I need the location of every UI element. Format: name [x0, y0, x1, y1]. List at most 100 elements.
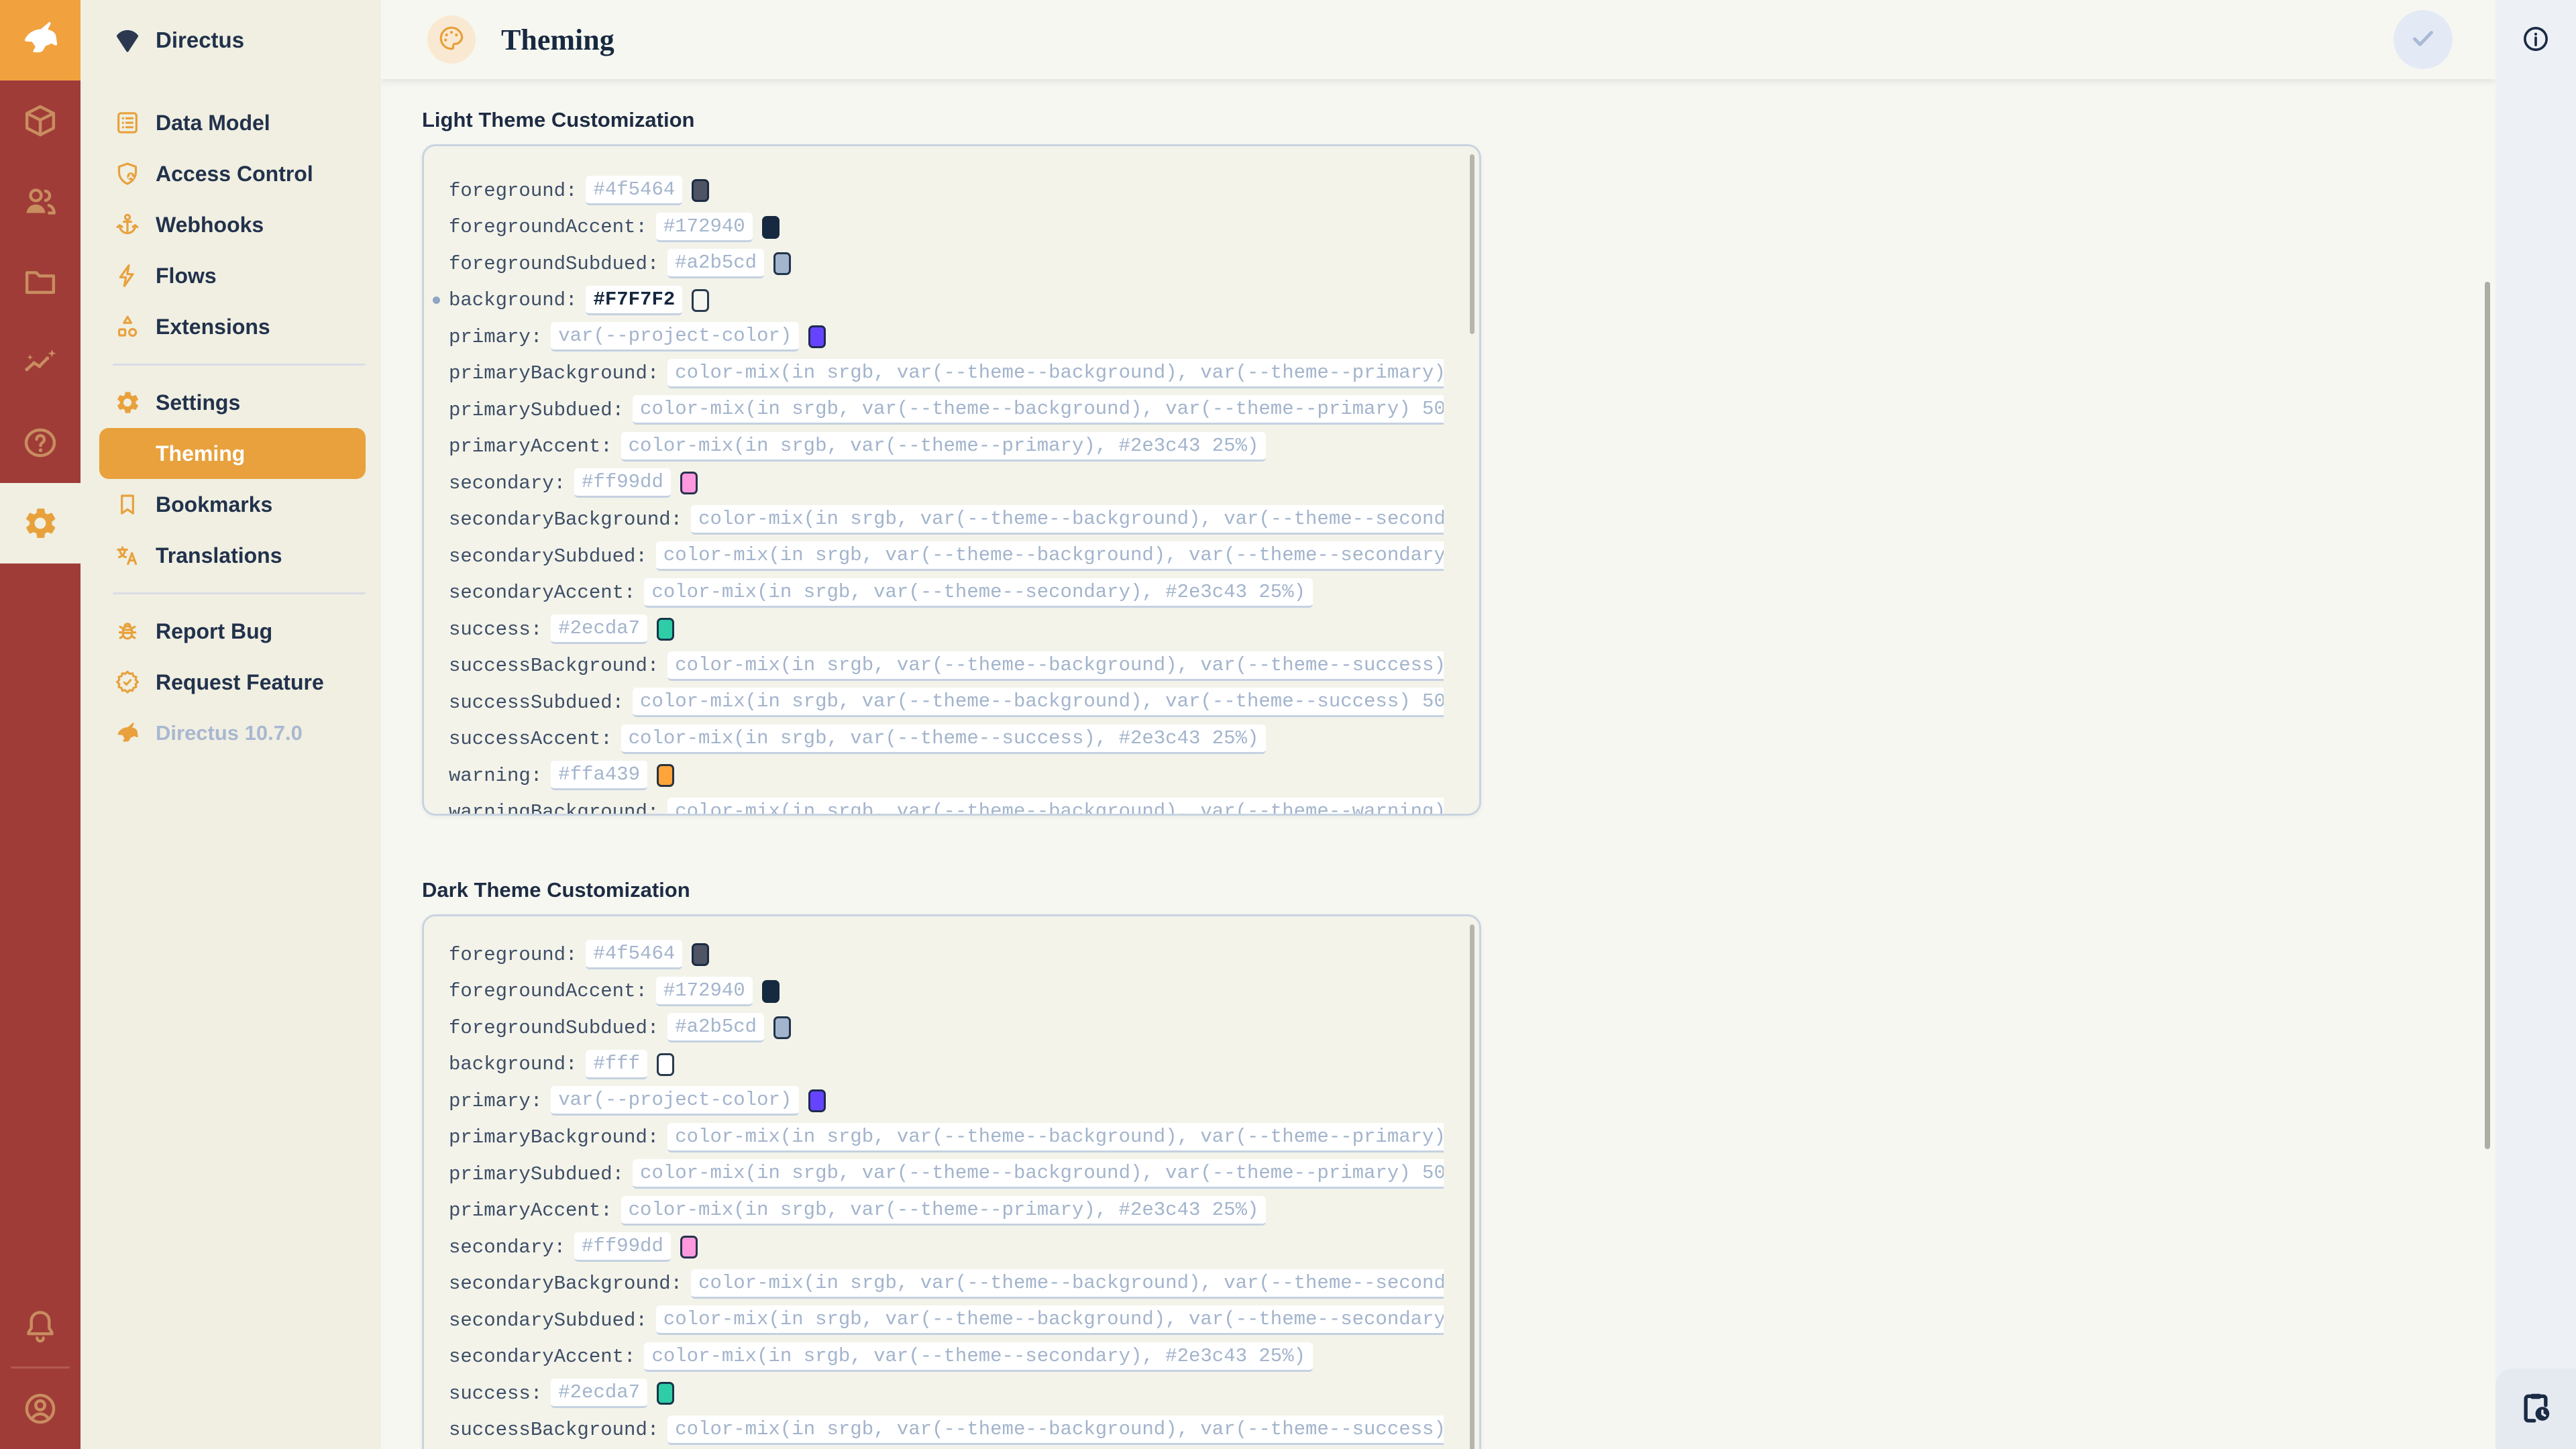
- color-swatch[interactable]: [680, 472, 698, 494]
- property-value-field[interactable]: #4f5464: [586, 940, 682, 969]
- color-swatch[interactable]: [657, 764, 674, 787]
- property-value-field[interactable]: color-mix(in srgb, var(--theme--backgrou…: [691, 1269, 1444, 1299]
- property-value-field[interactable]: color-mix(in srgb, var(--theme--primary)…: [621, 432, 1267, 462]
- sidebar-item-flows[interactable]: Flows: [99, 250, 366, 301]
- info-button[interactable]: [2512, 16, 2560, 64]
- property-name: secondaryAccent:: [449, 1346, 635, 1368]
- property-value-field[interactable]: color-mix(in srgb, var(--theme--backgrou…: [633, 395, 1444, 425]
- module-users[interactable]: [0, 161, 80, 241]
- property-value-field[interactable]: color-mix(in srgb, var(--theme--backgrou…: [667, 1123, 1444, 1152]
- sidebar-item-translations[interactable]: Translations: [99, 530, 366, 581]
- property-name: secondary:: [449, 472, 566, 494]
- users-icon: [21, 182, 59, 220]
- theme-row-background: background: #F7F7F2: [449, 282, 1444, 319]
- property-value-field[interactable]: #F7F7F2: [586, 286, 682, 315]
- sidebar-item-report-bug[interactable]: Report Bug: [99, 606, 366, 657]
- property-value-field[interactable]: #ff99dd: [574, 1232, 671, 1262]
- property-value-field[interactable]: color-mix(in srgb, var(--theme--backgrou…: [691, 505, 1444, 535]
- property-value-field[interactable]: color-mix(in srgb, var(--theme--primary)…: [621, 1196, 1267, 1226]
- sidebar-item-bookmarks[interactable]: Bookmarks: [99, 479, 366, 530]
- module-insights[interactable]: [0, 322, 80, 402]
- color-swatch[interactable]: [808, 1089, 826, 1112]
- property-value-field[interactable]: #2ecda7: [551, 1379, 647, 1408]
- color-swatch[interactable]: [773, 252, 791, 275]
- property-name: foregroundSubdued:: [449, 1017, 659, 1039]
- box-icon: [21, 102, 59, 140]
- property-value-field[interactable]: color-mix(in srgb, var(--theme--backgrou…: [656, 1305, 1444, 1335]
- color-swatch[interactable]: [680, 1236, 698, 1258]
- property-value-field[interactable]: #a2b5cd: [667, 249, 764, 278]
- property-value-field[interactable]: color-mix(in srgb, var(--theme--secondar…: [644, 1342, 1313, 1372]
- property-value-field[interactable]: color-mix(in srgb, var(--theme--secondar…: [644, 578, 1313, 608]
- color-swatch[interactable]: [773, 1016, 791, 1039]
- color-swatch[interactable]: [657, 1382, 674, 1405]
- property-value-field[interactable]: #fff: [586, 1050, 647, 1079]
- module-content[interactable]: [0, 80, 80, 161]
- color-swatch[interactable]: [762, 980, 780, 1003]
- sidebar-item-access-control[interactable]: Access Control: [99, 148, 366, 199]
- module-settings[interactable]: [0, 483, 80, 564]
- color-swatch[interactable]: [657, 618, 674, 641]
- color-swatch[interactable]: [692, 179, 709, 202]
- color-swatch[interactable]: [692, 289, 709, 312]
- property-name: secondarySubdued:: [449, 545, 647, 568]
- property-value-field[interactable]: color-mix(in srgb, var(--theme--backgrou…: [667, 1415, 1444, 1445]
- property-value-field[interactable]: var(--project-color): [551, 1086, 799, 1116]
- value-clip: color-mix(in srgb, var(--theme--secondar…: [644, 578, 1313, 608]
- theme-row-primaryAccent: primaryAccent: color-mix(in srgb, var(--…: [449, 429, 1444, 466]
- value-clip: color-mix(in srgb, var(--theme--secondar…: [644, 1342, 1313, 1372]
- page-scrollbar[interactable]: [2485, 282, 2490, 1149]
- activity-tray-button[interactable]: [2496, 1368, 2576, 1449]
- sidebar-item-settings[interactable]: Settings: [99, 377, 366, 428]
- bolt-icon: [114, 262, 141, 289]
- property-value-field[interactable]: #ff99dd: [574, 468, 671, 498]
- account-button[interactable]: [0, 1368, 80, 1449]
- property-value-field[interactable]: #ffa439: [551, 761, 647, 790]
- editor-scrollbar[interactable]: [1470, 924, 1474, 1449]
- project-switcher[interactable]: Directus: [80, 0, 381, 80]
- version-link[interactable]: Directus 10.7.0: [99, 708, 366, 759]
- property-value-field[interactable]: #a2b5cd: [667, 1013, 764, 1042]
- sidebar-item-theming[interactable]: Theming: [99, 428, 366, 479]
- title-chip: [427, 15, 476, 64]
- property-value-field[interactable]: color-mix(in srgb, var(--theme--success)…: [621, 724, 1267, 754]
- property-value-field[interactable]: #4f5464: [586, 176, 682, 205]
- sidebar-item-request-feature[interactable]: Request Feature: [99, 657, 366, 708]
- color-swatch[interactable]: [762, 216, 780, 239]
- property-value-field[interactable]: #2ecda7: [551, 614, 647, 644]
- property-value-field[interactable]: #172940: [656, 213, 753, 242]
- light-theme-editor[interactable]: foreground: #4f5464 foregroundAccent: #1…: [422, 144, 1481, 816]
- palette-icon: [114, 440, 141, 467]
- gear-icon: [114, 389, 141, 416]
- color-swatch[interactable]: [808, 325, 826, 348]
- theme-row-warning: warning: #ffa439: [449, 757, 1444, 794]
- value-clip: #ffa439: [551, 761, 647, 790]
- save-button[interactable]: [2394, 10, 2453, 69]
- property-value-field[interactable]: #172940: [656, 977, 753, 1006]
- module-help[interactable]: [0, 402, 80, 483]
- dark-theme-editor[interactable]: foreground: #4f5464 foregroundAccent: #1…: [422, 914, 1481, 1449]
- property-value-field[interactable]: var(--project-color): [551, 322, 799, 352]
- theme-row-primarySubdued: primarySubdued: color-mix(in srgb, var(-…: [449, 1156, 1444, 1193]
- directus-logo[interactable]: [0, 0, 80, 80]
- directus-app: Directus Data Model Access Control Webho…: [0, 0, 2576, 1449]
- notifications-button[interactable]: [0, 1286, 80, 1366]
- property-value-field[interactable]: color-mix(in srgb, var(--theme--backgrou…: [667, 359, 1444, 388]
- sidebar-item-webhooks[interactable]: Webhooks: [99, 199, 366, 250]
- theme-row-warningBackground: warningBackground: color-mix(in srgb, va…: [449, 794, 1444, 816]
- module-files[interactable]: [0, 241, 80, 322]
- sidebar-item-label: Webhooks: [156, 213, 264, 237]
- sidebar-item-data-model[interactable]: Data Model: [99, 97, 366, 148]
- property-value-field[interactable]: color-mix(in srgb, var(--theme--backgrou…: [656, 541, 1444, 571]
- editor-scrollbar[interactable]: [1470, 154, 1474, 334]
- sidebar-item-extensions[interactable]: Extensions: [99, 301, 366, 352]
- property-value-field[interactable]: color-mix(in srgb, var(--theme--backgrou…: [633, 688, 1444, 717]
- color-swatch[interactable]: [657, 1053, 674, 1076]
- value-clip: color-mix(in srgb, var(--theme--backgrou…: [633, 395, 1444, 425]
- color-swatch[interactable]: [692, 943, 709, 966]
- divider: [113, 364, 366, 366]
- property-value-field[interactable]: color-mix(in srgb, var(--theme--backgrou…: [667, 651, 1444, 681]
- property-value-field[interactable]: color-mix(in srgb, var(--theme--backgrou…: [667, 798, 1444, 816]
- value-clip: color-mix(in srgb, var(--theme--backgrou…: [691, 505, 1444, 535]
- property-value-field[interactable]: color-mix(in srgb, var(--theme--backgrou…: [633, 1159, 1444, 1189]
